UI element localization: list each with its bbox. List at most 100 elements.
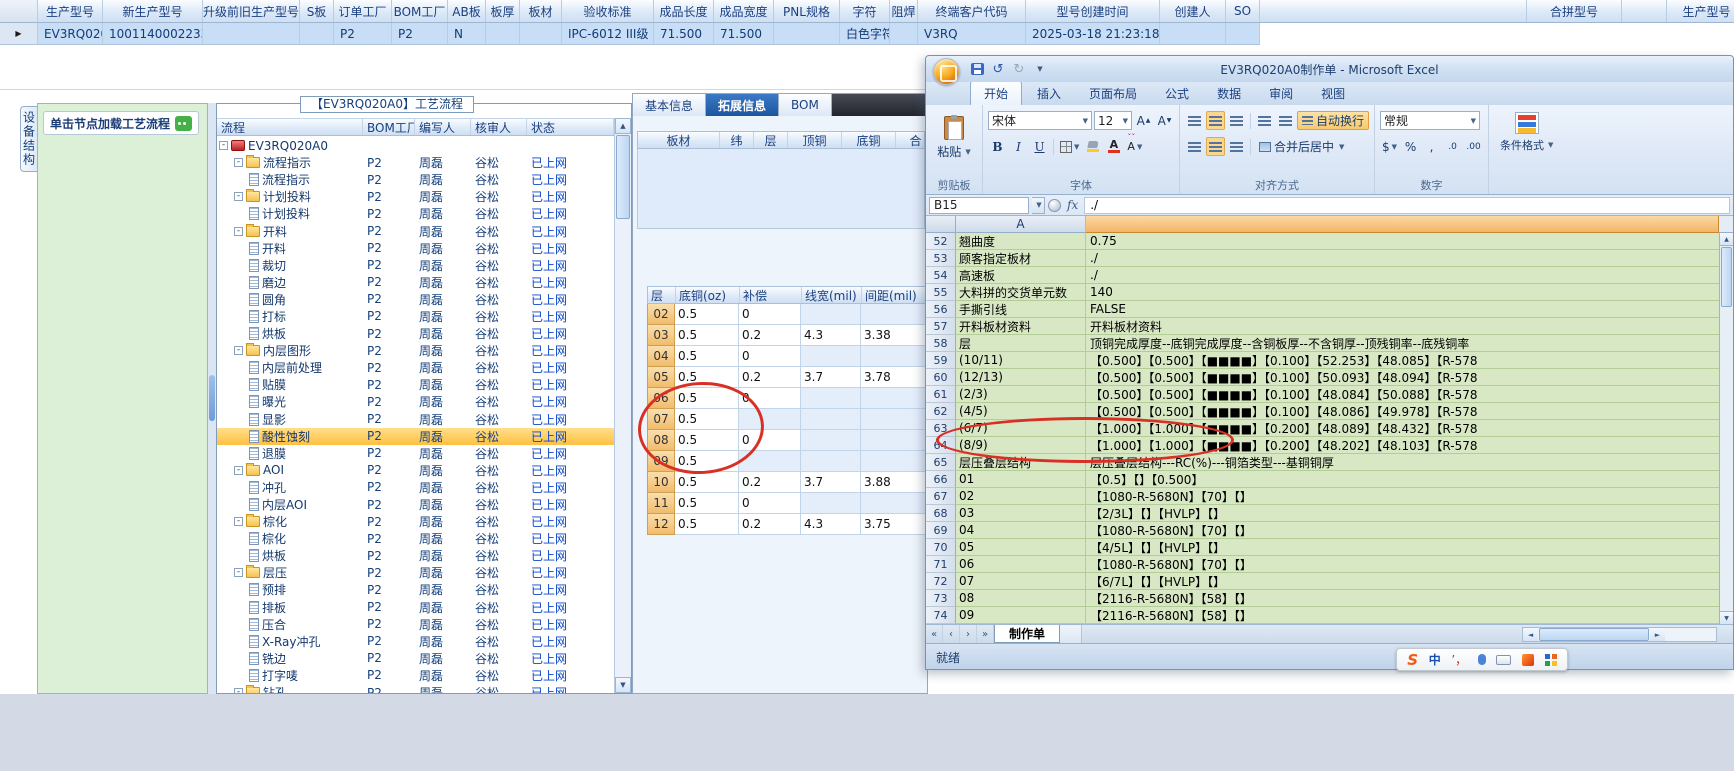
grid-cell[interactable]: 71.500	[654, 23, 714, 44]
row-number-cell[interactable]: 61	[926, 386, 956, 403]
ribbon-tab[interactable]: 公式	[1152, 82, 1202, 105]
cell-column-a[interactable]: 高速板	[956, 267, 1086, 284]
redo-button[interactable]: ↻	[1010, 61, 1028, 78]
row-number-cell[interactable]: 60	[926, 369, 956, 386]
lower-column-header[interactable]: 层	[648, 287, 676, 303]
ribbon-tab[interactable]: 页面布局	[1076, 82, 1150, 105]
tree-row[interactable]: 酸性蚀刻 P2 周磊 谷松 已上网	[217, 427, 614, 445]
expand-collapse-box[interactable]: -	[234, 465, 243, 475]
fill-color-button[interactable]	[1083, 137, 1102, 156]
tree-row[interactable]: 贴膜 P2 周磊 谷松 已上网	[217, 376, 614, 393]
cell-column-a[interactable]: 开料板材资料	[956, 318, 1086, 335]
row-number-cell[interactable]: 65	[926, 454, 956, 471]
name-box[interactable]: B15	[929, 196, 1029, 214]
tree-row[interactable]: 曝光 P2 周磊 谷松 已上网	[217, 393, 614, 410]
number-format-select[interactable]: 常规 ▼	[1380, 111, 1481, 130]
tree-node-label[interactable]: 打字唛	[262, 667, 298, 684]
grid-column-header[interactable]: 生产型号	[38, 0, 103, 22]
previous-sheet-button[interactable]: ‹	[943, 625, 960, 643]
font-name-select[interactable]: 宋体 ▼	[988, 111, 1092, 130]
column-b-header-selected[interactable]	[1086, 216, 1719, 233]
grid-column-header[interactable]: 订单工厂	[334, 0, 392, 22]
scrollbar-thumb[interactable]	[1721, 247, 1732, 307]
row-number-cell[interactable]: 73	[926, 590, 956, 607]
upper-column-header[interactable]: 板材	[638, 132, 720, 148]
grid-column-header[interactable]: 新生产型号	[103, 0, 203, 22]
cell-column-a[interactable]: 09	[956, 607, 1086, 624]
layer-table-row[interactable]: 02 0.5 0	[647, 304, 927, 325]
chinese-mode-toggle[interactable]: 中	[1429, 651, 1441, 668]
cell-column-b[interactable]: 【4/5L】【】【HVLP】【】	[1086, 539, 1733, 556]
expand-collapse-box[interactable]: -	[234, 226, 243, 236]
tree-row[interactable]: - 计划投料 P2 周磊 谷松 已上网	[217, 188, 614, 205]
tree-column-header[interactable]: 流程	[217, 119, 363, 135]
expand-collapse-box[interactable]: -	[234, 517, 243, 527]
wrap-text-button[interactable]: 自动换行	[1297, 111, 1370, 130]
row-number-cell[interactable]: 59	[926, 352, 956, 369]
cell-column-b[interactable]: 【2116-R-5680N】【58】【】	[1086, 590, 1733, 607]
cell-column-b[interactable]: 【6/7L】【】【HVLP】【】	[1086, 573, 1733, 590]
grid-cell[interactable]	[1160, 23, 1226, 44]
bold-button[interactable]: B	[988, 137, 1007, 156]
cell-column-a[interactable]: (10/11)	[956, 352, 1086, 369]
grid-cell[interactable]	[486, 23, 520, 44]
merge-center-button[interactable]: 合并后居中 ▼	[1255, 137, 1348, 156]
detail-tab[interactable]: 基本信息	[633, 94, 707, 116]
cell-column-b[interactable]: 【2116-R-5680N】【58】【】	[1086, 607, 1733, 624]
tree-node-label[interactable]: 棕化	[262, 530, 286, 547]
grid-cell[interactable]	[1226, 23, 1260, 44]
cell-column-b[interactable]: 140	[1086, 284, 1733, 301]
tree-node-label[interactable]: 烘板	[262, 547, 286, 564]
excel-titlebar[interactable]: ↺ ↻ ▼ EV3RQ020A0制作单 - Microsoft Excel	[926, 56, 1733, 85]
detail-tab[interactable]: 拓展信息	[706, 94, 780, 116]
sogou-logo-icon[interactable]: S	[1407, 651, 1418, 669]
row-number-cell[interactable]: 62	[926, 403, 956, 420]
cell-column-a[interactable]: 05	[956, 539, 1086, 556]
tree-node-label[interactable]: 内层AOI	[262, 496, 307, 513]
row-number-cell[interactable]: 66	[926, 471, 956, 488]
expand-collapse-box[interactable]: -	[219, 141, 228, 151]
layer-table-row[interactable]: 10 0.5 0.2 3.7 3.88	[647, 472, 927, 493]
tree-row[interactable]: 打标 P2 周磊 谷松 已上网	[217, 308, 614, 325]
grow-font-button[interactable]: A ▲	[1134, 111, 1153, 130]
tree-row[interactable]: - 流程指示 P2 周磊 谷松 已上网	[217, 154, 614, 171]
font-color-button[interactable]: A	[1104, 137, 1123, 156]
undo-button[interactable]: ↺	[989, 61, 1007, 78]
tree-node-label[interactable]: 层压	[263, 564, 287, 581]
percent-style-button[interactable]: %	[1401, 137, 1420, 156]
align-right-button[interactable]	[1227, 137, 1246, 156]
grid-cell[interactable]: P2	[334, 23, 392, 44]
ribbon-tab[interactable]: 数据	[1204, 82, 1254, 105]
scroll-down-icon[interactable]: ▼	[1720, 611, 1733, 624]
tree-node-label[interactable]: 开料	[263, 223, 287, 240]
tree-row[interactable]: 冲孔 P2 周磊 谷松 已上网	[217, 479, 614, 496]
excel-vertical-scrollbar[interactable]: ▲ ▼	[1719, 233, 1733, 624]
tree-row[interactable]: - 内层图形 P2 周磊 谷松 已上网	[217, 342, 614, 359]
insert-worksheet-tab[interactable]	[1060, 625, 1083, 643]
cell-column-a[interactable]: 06	[956, 556, 1086, 573]
column-a-header[interactable]: A	[956, 216, 1086, 233]
row-selector-cell[interactable]: ▶	[0, 23, 38, 44]
tree-node-label[interactable]: 打标	[262, 308, 286, 325]
lower-column-header[interactable]: 补偿	[740, 287, 802, 303]
insert-function-button[interactable]: fx	[1064, 198, 1081, 212]
tree-row[interactable]: 排板 P2 周磊 谷松 已上网	[217, 599, 614, 616]
expand-collapse-box[interactable]: -	[234, 158, 243, 168]
cell-column-a[interactable]: 07	[956, 573, 1086, 590]
tree-row[interactable]: 预排 P2 周磊 谷松 已上网	[217, 581, 614, 598]
row-number-cell[interactable]: 56	[926, 301, 956, 318]
tree-node-label[interactable]: 冲孔	[262, 479, 286, 496]
customize-qat-button[interactable]: ▼	[1031, 61, 1049, 78]
tree-row[interactable]: - EV3RQ020A0	[217, 137, 614, 154]
ribbon-tab[interactable]: 视图	[1308, 82, 1358, 105]
grid-cell[interactable]	[520, 23, 562, 44]
upper-column-header[interactable]: 纬	[720, 132, 754, 148]
row-number-cell[interactable]: 74	[926, 607, 956, 624]
paste-button[interactable]: 粘贴 ▼	[931, 109, 977, 167]
tree-row[interactable]: 开料 P2 周磊 谷松 已上网	[217, 240, 614, 257]
tree-node-label[interactable]: 铣边	[262, 650, 286, 667]
row-number-cell[interactable]: 69	[926, 522, 956, 539]
tree-node-label[interactable]: 圆角	[262, 291, 286, 308]
tree-row[interactable]: - 钻孔 P2 周磊谷松已上网	[217, 684, 614, 693]
row-number-cell[interactable]: 70	[926, 539, 956, 556]
